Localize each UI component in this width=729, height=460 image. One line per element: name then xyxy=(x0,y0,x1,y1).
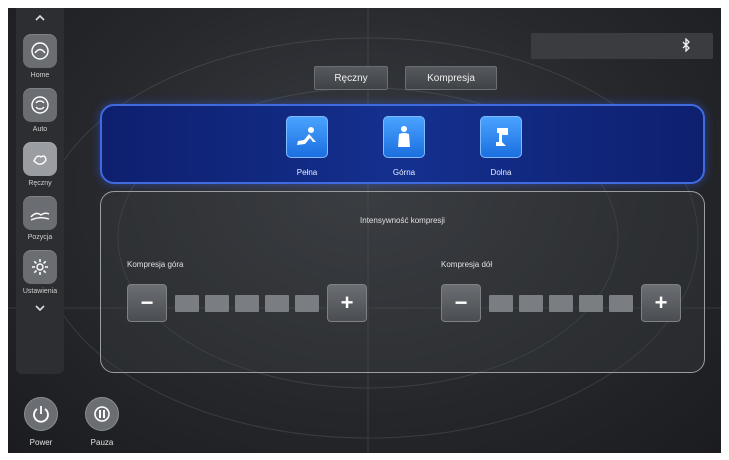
level-bar xyxy=(175,294,199,312)
full-body-icon xyxy=(286,116,328,158)
tab-reczny[interactable]: Ręczny xyxy=(314,66,388,90)
home-massage-icon xyxy=(23,34,57,68)
tab-kompresja[interactable]: Kompresja xyxy=(405,66,497,90)
mode-gorna-button[interactable]: Górna xyxy=(375,116,433,177)
upper-increase-button[interactable]: + xyxy=(327,284,367,322)
sidebar-item-auto[interactable]: Auto xyxy=(16,88,64,136)
lower-compression-label: Kompresja dół xyxy=(441,260,493,269)
pause-label: Pauza xyxy=(90,438,114,447)
app-screen: Home Auto Ręczny Pozycja Ustawienia Ręcz… xyxy=(8,8,721,453)
sidebar-item-label: Ręczny xyxy=(28,180,52,187)
mode-tabs: Ręczny Kompresja xyxy=(314,66,497,90)
compression-mode-panel: Pełna Górna Dolna xyxy=(100,104,705,184)
sidebar: Home Auto Ręczny Pozycja Ustawienia xyxy=(16,8,64,374)
power-label: Power xyxy=(29,438,53,447)
upper-level-bars xyxy=(175,294,319,312)
upper-body-icon xyxy=(383,116,425,158)
sidebar-item-ustawienia[interactable]: Ustawienia xyxy=(16,250,64,298)
sidebar-item-label: Ustawienia xyxy=(22,288,58,295)
level-bar xyxy=(205,294,229,312)
sidebar-item-label: Pozycja xyxy=(27,234,53,241)
lower-decrease-button[interactable]: − xyxy=(441,284,481,322)
lower-body-icon xyxy=(480,116,522,158)
pause-button[interactable] xyxy=(85,397,119,431)
level-bar xyxy=(295,294,319,312)
mode-dolna-button[interactable]: Dolna xyxy=(472,116,530,177)
level-bar xyxy=(609,294,633,312)
chevron-up-icon[interactable] xyxy=(16,8,64,28)
status-bar xyxy=(531,33,713,59)
sidebar-item-pozycja[interactable]: Pozycja xyxy=(16,196,64,244)
gear-icon xyxy=(23,250,57,284)
level-bar xyxy=(519,294,543,312)
mode-label: Pełna xyxy=(296,168,318,177)
mode-pelna-button[interactable]: Pełna xyxy=(278,116,336,177)
sidebar-item-home[interactable]: Home xyxy=(16,34,64,82)
auto-cycle-icon xyxy=(23,88,57,122)
upper-decrease-button[interactable]: − xyxy=(127,284,167,322)
level-bar xyxy=(549,294,573,312)
lower-level-bars xyxy=(489,294,633,312)
lower-increase-button[interactable]: + xyxy=(641,284,681,322)
level-bar xyxy=(235,294,259,312)
power-icon xyxy=(33,406,49,423)
hand-manual-icon xyxy=(23,142,57,176)
pause-control: Pauza xyxy=(77,397,127,447)
mode-label: Dolna xyxy=(490,168,512,177)
level-bar xyxy=(579,294,603,312)
sidebar-item-label: Home xyxy=(30,72,50,79)
level-bar xyxy=(265,294,289,312)
level-bar xyxy=(489,294,513,312)
lower-compression-control: − + xyxy=(441,284,681,322)
sidebar-item-reczny[interactable]: Ręczny xyxy=(16,142,64,190)
chevron-down-icon[interactable] xyxy=(16,298,64,318)
upper-compression-label: Kompresja góra xyxy=(127,260,184,269)
bluetooth-icon xyxy=(681,36,691,55)
power-control: Power xyxy=(16,397,66,447)
sidebar-item-label: Auto xyxy=(32,126,48,133)
upper-compression-control: − + xyxy=(127,284,367,322)
pause-icon xyxy=(94,406,110,422)
mode-label: Górna xyxy=(392,168,416,177)
panel-title: Intensywność kompresji xyxy=(360,216,445,225)
intensity-panel: Intensywność kompresji Kompresja góra − … xyxy=(100,191,705,373)
power-button[interactable] xyxy=(24,397,58,431)
recline-position-icon xyxy=(23,196,57,230)
